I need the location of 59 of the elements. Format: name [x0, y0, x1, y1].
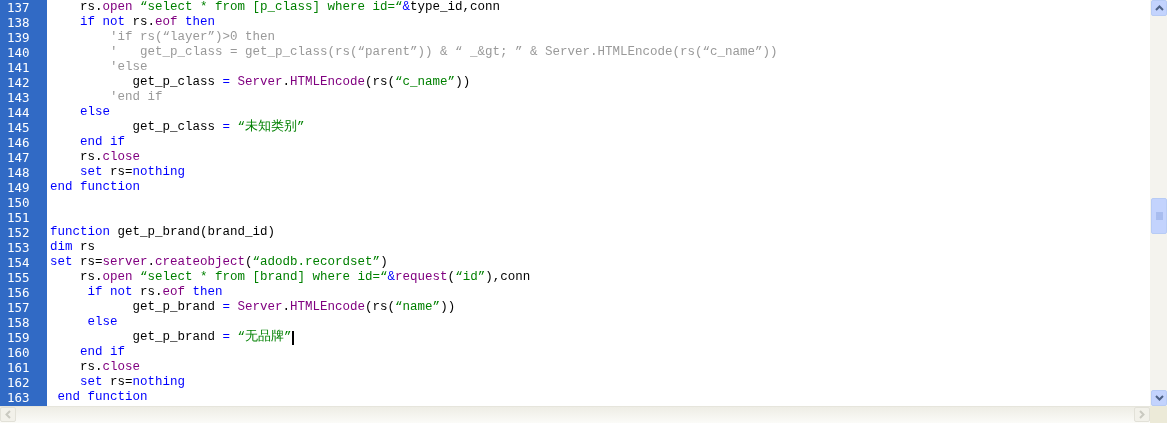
line-number: 149: [6, 180, 31, 195]
line-number: 152: [6, 225, 31, 240]
code-line: function get_p_brand(brand_id): [49, 225, 276, 240]
line-number: 162: [6, 375, 31, 390]
vertical-scrollbar[interactable]: [1150, 0, 1167, 406]
scroll-up-button[interactable]: [1151, 0, 1167, 16]
scroll-down-button[interactable]: [1151, 390, 1167, 406]
code-line: rs.open “select * from [p_class] where id=“&type_id,conn: [79, 0, 501, 15]
line-number: 143: [6, 90, 31, 105]
line-number: 157: [6, 300, 31, 315]
code-line: end function: [49, 180, 140, 195]
code-line: 'else: [109, 60, 148, 75]
code-line: set rs=server.createobject(“adodb.recordset”): [49, 255, 388, 270]
code-line: else: [86, 315, 118, 330]
horizontal-scrollbar[interactable]: [0, 406, 1150, 423]
code-line: rs.close: [79, 360, 141, 375]
code-line: if not rs.eof then: [79, 15, 216, 30]
line-number: 139: [6, 30, 31, 45]
line-number: 163: [6, 390, 31, 405]
code-line: get_p_brand = “无品牌”: [131, 330, 294, 345]
line-number: 144: [6, 105, 31, 120]
code-line: end function: [56, 390, 148, 405]
line-number: 154: [6, 255, 31, 270]
line-number: 142: [6, 75, 31, 90]
line-number: 155: [6, 270, 31, 285]
line-number: 145: [6, 120, 31, 135]
line-number: 146: [6, 135, 31, 150]
code-line: end if: [79, 135, 125, 150]
line-number: 160: [6, 345, 31, 360]
line-number: 148: [6, 165, 31, 180]
code-line: if not rs.eof then: [86, 285, 223, 300]
code-line: ' get_p_class = get_p_class(rs(“parent”)) & “ _&gt; ” & Server.HTMLEncode(rs(“c_name”)): [109, 45, 778, 60]
line-number: 141: [6, 60, 31, 75]
line-number: 156: [6, 285, 31, 300]
code-line: get_p_class = Server.HTMLEncode(rs(“c_name”)): [131, 75, 471, 90]
line-number: 153: [6, 240, 31, 255]
scroll-thumb[interactable]: [1151, 198, 1167, 234]
code-line: end if: [79, 345, 125, 360]
code-line: get_p_class = “未知类别”: [131, 120, 305, 135]
code-line: 'end if: [109, 90, 163, 105]
line-number: 147: [6, 150, 31, 165]
scroll-left-button[interactable]: [0, 407, 16, 422]
line-number: 140: [6, 45, 31, 60]
line-number: 159: [6, 330, 31, 345]
line-number: 138: [6, 15, 31, 30]
code-line: rs.open “select * from [brand] where id=“&request(“id”),conn: [79, 270, 531, 285]
line-number: 161: [6, 360, 31, 375]
code-line: rs.close: [79, 150, 141, 165]
line-number: 150: [6, 195, 31, 210]
code-line: set rs=nothing: [79, 165, 186, 180]
code-line: 'if rs(“layer”)>0 then: [109, 30, 276, 45]
line-number: 158: [6, 315, 31, 330]
code-line: dim rs: [49, 240, 96, 255]
line-number: 137: [6, 0, 31, 15]
scrollbar-corner: [1150, 406, 1167, 423]
line-number: 151: [6, 210, 31, 225]
code-line: else: [79, 105, 110, 120]
code-line: set rs=nothing: [79, 375, 186, 390]
code-line: get_p_brand = Server.HTMLEncode(rs(“name”)): [131, 300, 456, 315]
